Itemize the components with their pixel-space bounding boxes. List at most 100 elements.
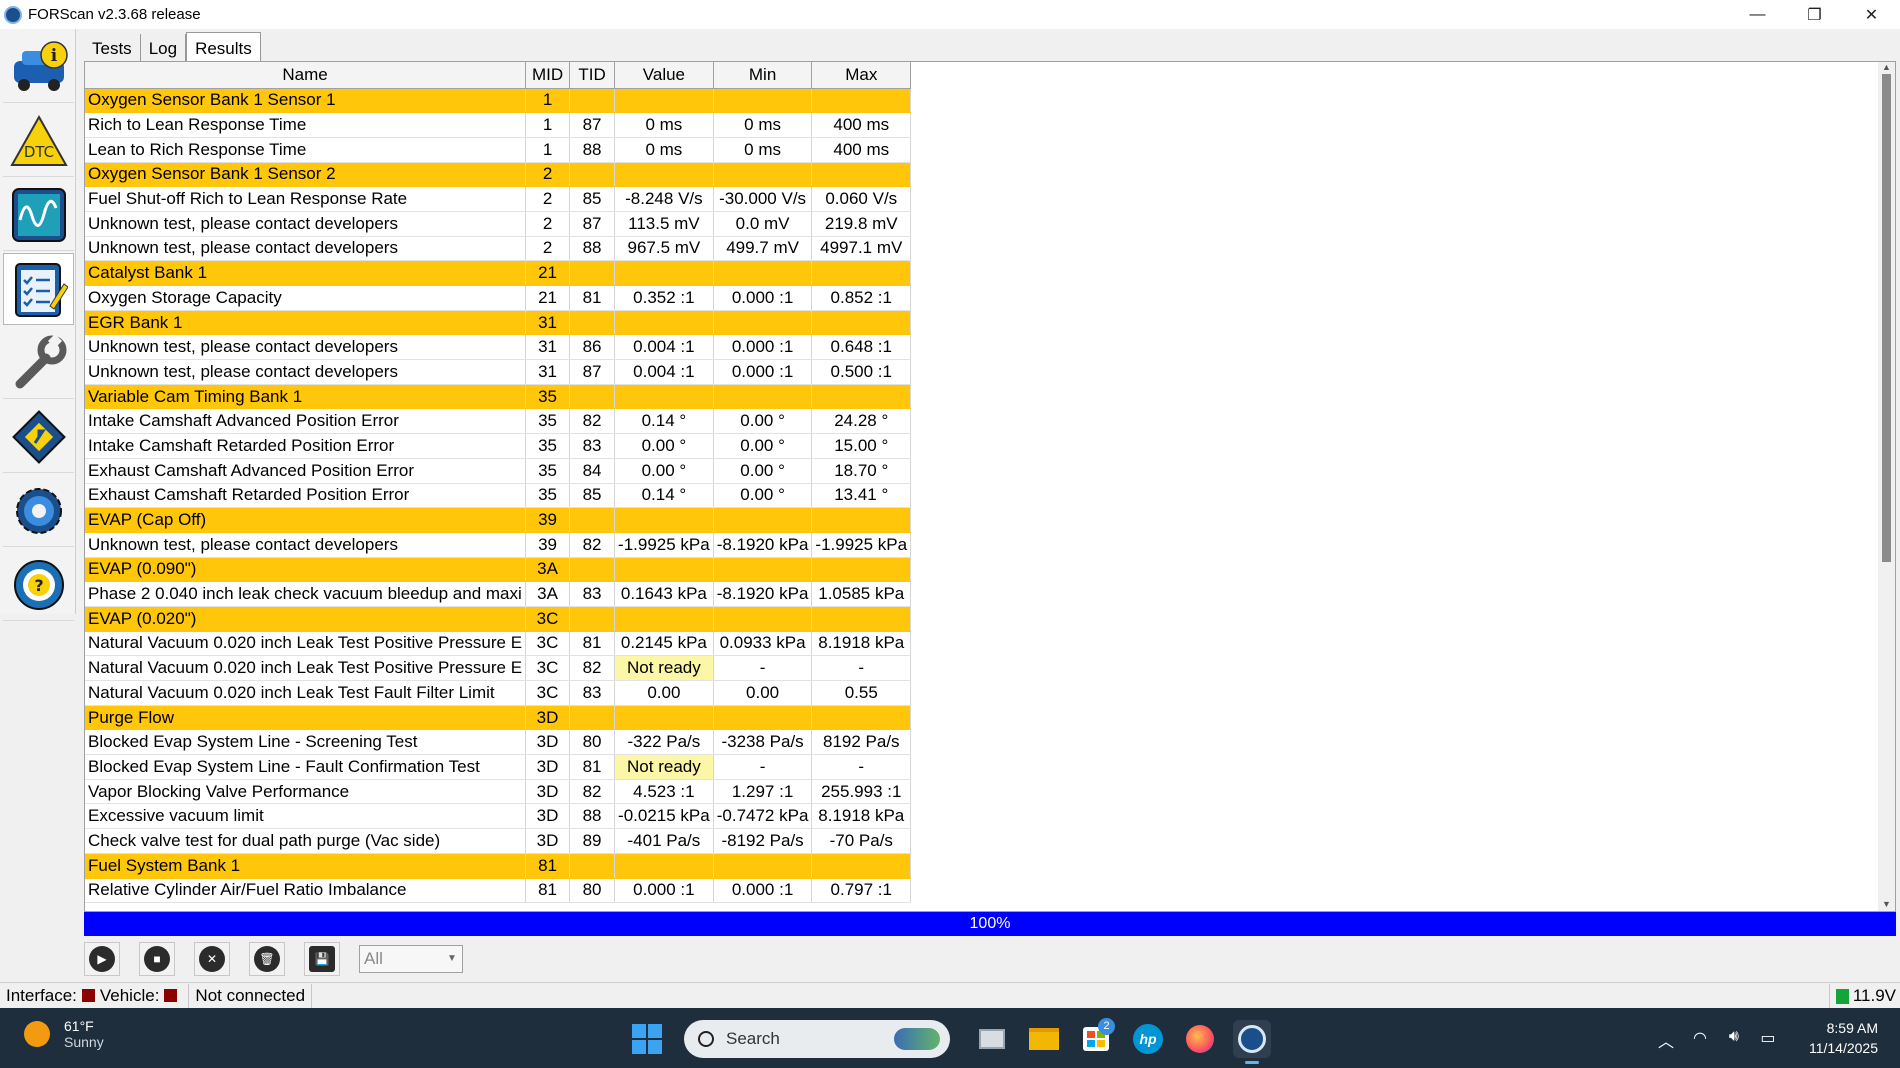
table-row[interactable]: Exhaust Camshaft Advanced Position Error…: [85, 458, 912, 484]
table-row[interactable]: Unknown test, please contact developers 3…: [85, 532, 912, 558]
cell-value: [614, 260, 714, 286]
tab-log[interactable]: Log: [141, 34, 187, 62]
scroll-up-arrow-icon[interactable]: ▲: [1878, 62, 1895, 74]
group-row[interactable]: Oxygen Sensor Bank 1 Sensor 22: [85, 162, 912, 188]
start-button[interactable]: ▶: [84, 942, 120, 976]
cell-max: [811, 606, 912, 632]
start-button[interactable]: [632, 1024, 662, 1054]
battery-icon[interactable]: ▭: [1757, 1028, 1779, 1048]
table-row[interactable]: Excessive vacuum limit 3D 88 -0.0215 kPa -0.…: [85, 803, 912, 830]
group-row[interactable]: EVAP (0.020") 3C: [85, 606, 912, 632]
cell-min: [713, 88, 813, 114]
group-row[interactable]: EVAP (Cap Off) 39: [85, 507, 912, 533]
cell-max: 0.852 :1: [811, 285, 912, 311]
dtc-button[interactable]: DTC: [3, 105, 74, 177]
table-row[interactable]: Intake Camshaft Advanced Position Error 3…: [85, 408, 912, 435]
table-row[interactable]: Unknown test, please contact developers 3…: [85, 334, 912, 361]
restore-button[interactable]: ❐: [1786, 0, 1843, 29]
configuration-button[interactable]: [3, 401, 74, 473]
vehicle-info-button[interactable]: i: [3, 31, 74, 103]
microsoft-store-icon[interactable]: 2: [1077, 1018, 1115, 1058]
cell-tid: 88: [569, 236, 616, 262]
table-row[interactable]: Intake Camshaft Retarded Position Error 3…: [85, 433, 912, 459]
file-explorer-icon[interactable]: [1025, 1020, 1063, 1058]
table-row[interactable]: Fuel Shut-off Rich to Lean Response Rate…: [85, 186, 912, 212]
group-row[interactable]: Purge Flow 3D: [85, 705, 912, 731]
table-row[interactable]: Natural Vacuum 0.020 inch Leak Test Posi…: [85, 655, 912, 681]
save-button[interactable]: 💾: [304, 942, 340, 976]
group-row[interactable]: EVAP (0.090") 3A: [85, 557, 912, 583]
table-row[interactable]: Check valve test for dual path purge (Va…: [85, 828, 912, 854]
oscilloscope-button[interactable]: [3, 179, 74, 251]
group-row[interactable]: Variable Cam Timing Bank 1 35: [85, 384, 912, 410]
progress-bar: 100%: [84, 912, 1896, 936]
cell-mid: 3C: [525, 680, 571, 706]
table-row[interactable]: Unknown test, please contact developers 2…: [85, 236, 912, 262]
wifi-icon[interactable]: ◠: [1689, 1028, 1711, 1048]
column-header-name[interactable]: Name: [85, 62, 527, 89]
scroll-down-arrow-icon[interactable]: ▼: [1878, 899, 1895, 911]
table-row[interactable]: Blocked Evap System Line - Screening Tes…: [85, 729, 912, 756]
delete-button[interactable]: 🗑: [249, 942, 285, 976]
group-row[interactable]: Fuel System Bank 1 81: [85, 853, 912, 879]
table-row[interactable]: Relative Cylinder Air/Fuel Ratio Imbalan…: [85, 878, 912, 904]
table-row[interactable]: Vapor Blocking Valve Performance 3D 82 4.52…: [85, 779, 912, 805]
table-row[interactable]: Natural Vacuum 0.020 inch Leak Test Posi…: [85, 631, 912, 657]
table-header-row: Name MID TID Value Min Max: [85, 62, 912, 89]
gear-icon: [15, 487, 62, 534]
chevron-up-icon[interactable]: ︿: [1655, 1028, 1677, 1051]
column-header-tid[interactable]: TID: [569, 62, 616, 89]
group-row[interactable]: EGR Bank 1 31: [85, 310, 912, 336]
table-row[interactable]: Phase 2 0.040 inch leak check vacuum ble…: [85, 581, 912, 607]
cell-min: 499.7 mV: [713, 236, 813, 262]
table-row[interactable]: Exhaust Camshaft Retarded Position Error…: [85, 483, 912, 509]
clear-button[interactable]: ✕: [194, 942, 230, 976]
forscan-taskbar-icon[interactable]: [1233, 1020, 1271, 1064]
cell-name: Catalyst Bank 1: [85, 260, 527, 286]
hp-icon[interactable]: hp: [1129, 1020, 1167, 1058]
cell-mid: 1: [525, 88, 571, 114]
group-row[interactable]: Oxygen Sensor Bank 1 Sensor 11: [85, 88, 912, 114]
clock[interactable]: 8:59 AM 11/14/2025: [1809, 1018, 1878, 1058]
column-header-min[interactable]: Min: [713, 62, 813, 89]
task-view-icon[interactable]: [973, 1020, 1011, 1058]
firefox-icon[interactable]: [1181, 1020, 1219, 1058]
table-row[interactable]: Lean to Rich Response Time 1 88 0 ms 0 ms 400…: [85, 137, 912, 163]
minimize-button[interactable]: —: [1729, 0, 1786, 29]
table-row[interactable]: Unknown test, please contact developers 3…: [85, 359, 912, 385]
table-row[interactable]: Oxygen Storage Capacity 21 81 0.352 :1 0.000…: [85, 285, 912, 311]
taskbar-search[interactable]: Search: [684, 1020, 950, 1058]
vertical-scrollbar[interactable]: ▲ ▼: [1878, 62, 1895, 911]
stop-button[interactable]: ■: [139, 942, 175, 976]
help-button[interactable]: ?: [3, 549, 74, 621]
volume-icon[interactable]: 🔊︎: [1723, 1028, 1745, 1048]
status-bar: Interface: Vehicle: Not connected 11.9V: [0, 982, 1900, 1008]
cell-min: -8.1920 kPa: [713, 532, 813, 558]
filter-dropdown[interactable]: All ▼: [359, 945, 463, 973]
save-icon: 💾: [309, 946, 335, 972]
results-grid[interactable]: Name MID TID Value Min Max Oxygen Sensor…: [84, 61, 1896, 912]
table-row[interactable]: Rich to Lean Response Time 1 87 0 ms 0 ms 400…: [85, 112, 912, 138]
tests-button[interactable]: [3, 253, 74, 325]
scrollbar-thumb[interactable]: [1882, 74, 1891, 562]
table-row[interactable]: Unknown test, please contact developers 2…: [85, 211, 912, 237]
column-header-mid[interactable]: MID: [525, 62, 571, 89]
cell-max: [811, 557, 912, 583]
cell-name: Blocked Evap System Line - Screening Tes…: [85, 729, 527, 756]
cell-min: 0.00 °: [713, 433, 813, 459]
cell-name: Unknown test, please contact developers: [85, 211, 527, 237]
column-header-max[interactable]: Max: [811, 62, 912, 89]
group-row[interactable]: Catalyst Bank 1 21: [85, 260, 912, 286]
close-button[interactable]: ✕: [1843, 0, 1900, 29]
tab-results[interactable]: Results: [186, 32, 261, 62]
cell-value: 0.004 :1: [614, 359, 714, 385]
table-row[interactable]: Natural Vacuum 0.020 inch Leak Test Faul…: [85, 680, 912, 706]
cell-max: 1.0585 kPa: [811, 581, 912, 607]
weather-widget[interactable]: 61°F Sunny: [24, 1018, 104, 1050]
settings-button[interactable]: [3, 475, 74, 547]
cell-value: -8.248 V/s: [614, 186, 714, 212]
column-header-value[interactable]: Value: [614, 62, 714, 89]
tab-tests[interactable]: Tests: [84, 34, 141, 62]
table-row[interactable]: Blocked Evap System Line - Fault Confirm…: [85, 754, 912, 780]
service-button[interactable]: [3, 327, 74, 399]
